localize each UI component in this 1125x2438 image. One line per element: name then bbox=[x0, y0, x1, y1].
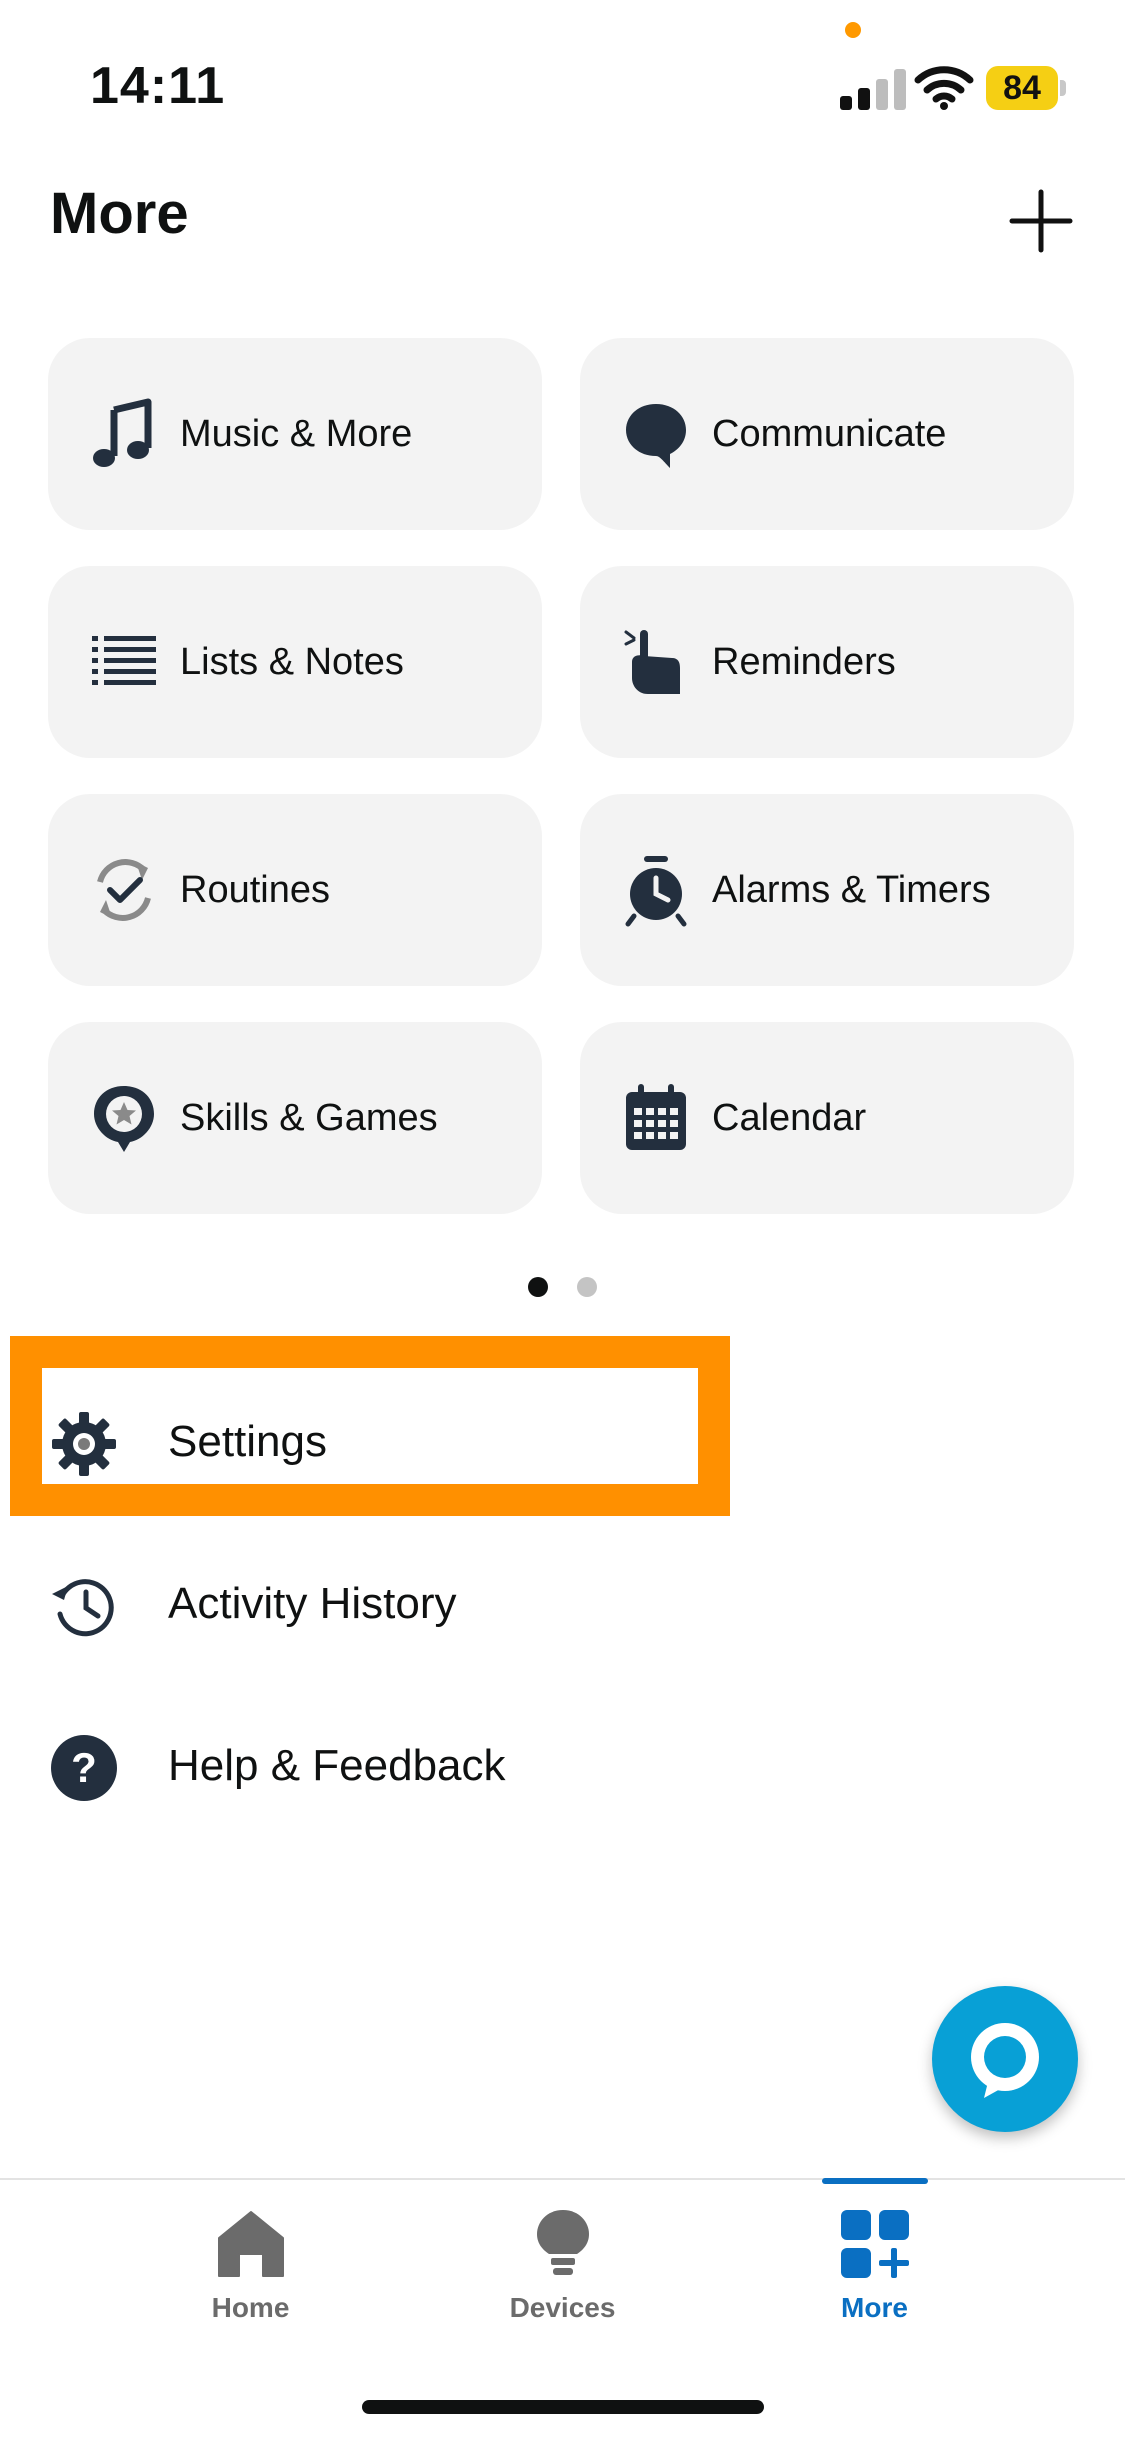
tile-label: Skills & Games bbox=[180, 1097, 438, 1139]
routines-check-icon bbox=[97, 859, 151, 921]
activity-history-label: Activity History bbox=[168, 1579, 457, 1628]
lightbulb-icon bbox=[537, 2210, 589, 2275]
tile-label: Alarms & Timers bbox=[712, 869, 991, 911]
alexa-button[interactable] bbox=[932, 1986, 1078, 2132]
battery-level: 84 bbox=[986, 66, 1058, 110]
page-dot-active[interactable] bbox=[528, 1277, 548, 1297]
settings-row[interactable]: Settings bbox=[0, 1372, 1125, 1512]
status-bar: 14:11 84 bbox=[0, 0, 1125, 150]
tile-label: Lists & Notes bbox=[180, 641, 404, 683]
bottom-navigation: Home Devices More bbox=[0, 2178, 1125, 2438]
settings-label: Settings bbox=[168, 1417, 327, 1466]
svg-text:?: ? bbox=[71, 1744, 97, 1791]
help-feedback-label: Help & Feedback bbox=[168, 1741, 506, 1790]
activity-history-row[interactable]: Activity History bbox=[0, 1534, 1125, 1674]
alarm-clock-icon bbox=[625, 856, 687, 927]
page-dot[interactable] bbox=[577, 1277, 597, 1297]
more-grid-plus-icon bbox=[841, 2210, 909, 2278]
tile-reminders[interactable]: Reminders bbox=[580, 566, 1074, 758]
speech-bubble-icon bbox=[626, 404, 686, 468]
tile-label: Calendar bbox=[712, 1097, 867, 1139]
tile-label: Reminders bbox=[712, 641, 896, 683]
tile-label: Music & More bbox=[180, 413, 413, 455]
wifi-icon bbox=[914, 66, 974, 110]
signal-icon bbox=[840, 69, 906, 110]
nav-more[interactable]: More bbox=[687, 2180, 1062, 2340]
help-question-icon: ? bbox=[51, 1735, 117, 1801]
alexa-ring-icon bbox=[971, 2023, 1039, 2098]
nav-more-label: More bbox=[841, 2292, 908, 2323]
plus-icon[interactable] bbox=[1008, 188, 1074, 254]
home-indicator[interactable] bbox=[362, 2400, 764, 2414]
tile-skills-and-games[interactable]: Skills & Games bbox=[48, 1022, 542, 1214]
list-icon bbox=[92, 636, 156, 685]
tile-alarms-and-timers[interactable]: Alarms & Timers bbox=[580, 794, 1074, 986]
tile-calendar[interactable]: Calendar bbox=[580, 1022, 1074, 1214]
home-icon bbox=[218, 2211, 284, 2277]
calendar-icon bbox=[626, 1084, 686, 1150]
tile-label: Communicate bbox=[712, 413, 947, 455]
history-clock-icon bbox=[52, 1579, 114, 1637]
tile-routines[interactable]: Routines bbox=[48, 794, 542, 986]
reminder-hand-icon bbox=[624, 630, 680, 694]
page-title: More bbox=[50, 181, 189, 246]
page-indicator bbox=[0, 1275, 1125, 1299]
tile-music-and-more[interactable]: Music & More bbox=[48, 338, 542, 530]
music-note-icon bbox=[93, 398, 152, 467]
battery-icon: 84 bbox=[986, 66, 1068, 110]
privacy-indicator-dot bbox=[845, 22, 861, 38]
tile-communicate[interactable]: Communicate bbox=[580, 338, 1074, 530]
tile-label: Routines bbox=[180, 869, 330, 911]
skills-star-icon bbox=[94, 1086, 154, 1152]
help-feedback-row[interactable]: ? Help & Feedback bbox=[0, 1696, 1125, 1836]
gear-icon bbox=[52, 1412, 116, 1476]
status-time: 14:11 bbox=[90, 57, 226, 115]
tile-lists-and-notes[interactable]: Lists & Notes bbox=[48, 566, 542, 758]
